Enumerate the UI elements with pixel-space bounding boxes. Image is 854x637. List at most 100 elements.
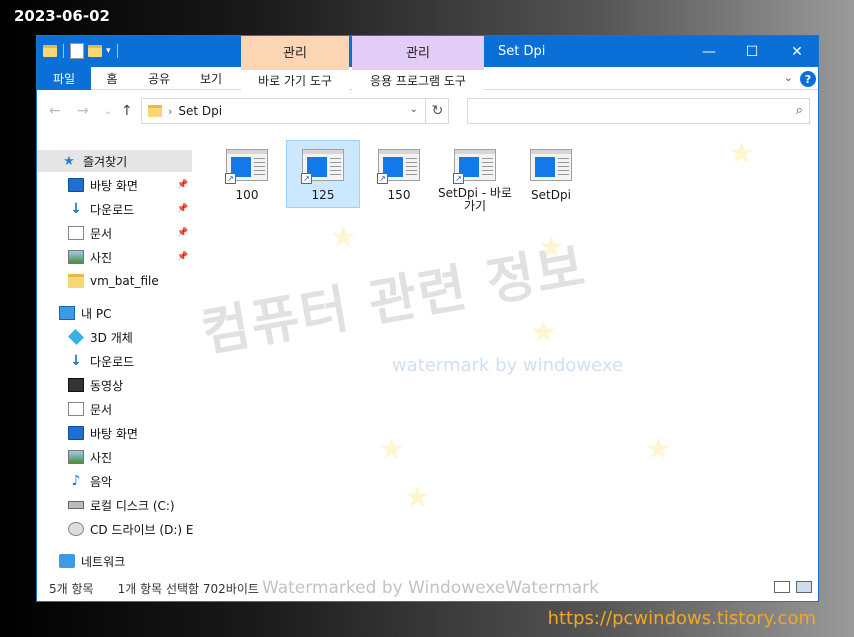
properties-icon[interactable]	[70, 43, 84, 59]
watermark-star-icon: ★	[728, 136, 755, 171]
details-view-icon[interactable]	[774, 581, 790, 593]
download-icon: ↓	[70, 201, 82, 217]
nav-this-pc[interactable]: 내 PC	[37, 302, 192, 324]
file-item-setdpi-shortcut[interactable]: ↗ SetDpi - 바로 가기	[438, 141, 512, 221]
watermark-bottom-text: Watermarked by WindowexeWatermark	[262, 578, 600, 598]
nav-label: vm_bat_file	[90, 274, 159, 288]
nav-pc-desktop[interactable]: 바탕 화면	[37, 422, 192, 444]
file-item-125[interactable]: ↗ 125	[286, 140, 360, 208]
up-arrow-icon[interactable]: ↑	[121, 103, 133, 119]
tab-shortcut-tools[interactable]: 바로 가기 도구	[241, 67, 349, 90]
nav-label: 사진	[90, 250, 113, 265]
nav-pc-documents[interactable]: 문서	[37, 398, 192, 420]
file-label: 150	[387, 188, 411, 202]
date-overlay: 2023-06-02	[14, 7, 110, 25]
nav-quick-pictures[interactable]: 사진 📌	[37, 246, 192, 268]
watermark-star-icon: ★	[404, 480, 431, 515]
pin-icon[interactable]: 📌	[177, 204, 188, 214]
nav-label: 사진	[90, 450, 113, 465]
nav-quick-downloads[interactable]: ↓ 다운로드 📌	[37, 198, 192, 220]
back-arrow-icon[interactable]: ←	[49, 103, 61, 119]
application-icon: ↗	[301, 149, 344, 184]
file-label: SetDpi - 바로 가기	[438, 186, 512, 213]
tab-file[interactable]: 파일	[37, 67, 91, 90]
document-icon	[68, 402, 84, 416]
large-icons-view-icon[interactable]	[796, 581, 812, 593]
ribbon: 파일 홈 공유 보기 바로 가기 도구 응용 프로그램 도구 ⌄ ?	[37, 67, 818, 90]
pin-icon[interactable]: 📌	[177, 252, 188, 262]
address-bar[interactable]: › Set Dpi ⌄	[141, 98, 449, 124]
nav-quick-vm-bat-file[interactable]: vm_bat_file	[37, 270, 192, 292]
nav-label: 로컬 디스크 (C:)	[90, 498, 175, 513]
file-item-100[interactable]: ↗ 100	[211, 141, 283, 207]
breadcrumb-current[interactable]: Set Dpi	[178, 104, 222, 118]
expand-ribbon-icon[interactable]: ⌄	[784, 71, 793, 84]
file-label: 100	[235, 188, 259, 202]
cd-drive-icon	[68, 522, 84, 536]
nav-pc-videos[interactable]: 동영상	[37, 374, 192, 396]
new-folder-icon[interactable]	[88, 45, 102, 57]
help-icon[interactable]: ?	[800, 71, 816, 87]
nav-label: 네트워크	[81, 554, 126, 569]
refresh-icon[interactable]: ↻	[425, 98, 449, 124]
close-button[interactable]: ✕	[774, 36, 818, 67]
watermark-star-icon: ★	[330, 220, 357, 255]
tab-share[interactable]: 공유	[141, 67, 177, 90]
ribbon-tab-strip: 파일 홈 공유 보기 바로 가기 도구 응용 프로그램 도구 ⌄ ?	[37, 67, 818, 90]
nav-pc-music[interactable]: ♪ 음악	[37, 470, 192, 492]
tab-app-tools[interactable]: 응용 프로그램 도구	[352, 67, 484, 90]
pin-icon[interactable]: 📌	[177, 180, 188, 190]
file-label: SetDpi	[531, 188, 571, 202]
search-input[interactable]: ⌕	[467, 98, 810, 124]
nav-label: 문서	[90, 402, 113, 417]
file-label: 125	[311, 188, 335, 202]
pin-icon[interactable]: 📌	[177, 228, 188, 238]
file-item-setdpi[interactable]: SetDpi	[515, 141, 587, 207]
breadcrumb-chevron-icon[interactable]: ›	[168, 105, 172, 118]
ctx-tab-app-manage[interactable]: 관리	[352, 36, 484, 67]
nav-pc-3d-objects[interactable]: 3D 개체	[37, 326, 192, 348]
quick-access-toolbar: ▾	[43, 43, 120, 59]
maximize-button[interactable]: ☐	[729, 36, 775, 67]
separator	[116, 44, 118, 58]
nav-pc-cd-drive[interactable]: CD 드라이브 (D:) E	[37, 518, 197, 540]
network-icon	[59, 554, 75, 568]
document-icon	[68, 226, 84, 240]
address-dropdown-icon[interactable]: ⌄	[410, 104, 418, 115]
file-item-150[interactable]: ↗ 150	[363, 141, 435, 207]
nav-pc-pictures[interactable]: 사진	[37, 446, 192, 468]
shortcut-arrow-icon: ↗	[301, 173, 312, 184]
nav-quick-desktop[interactable]: 바탕 화면 📌	[37, 174, 192, 196]
customize-dropdown-icon[interactable]: ▾	[106, 46, 111, 56]
search-icon[interactable]: ⌕	[796, 103, 803, 118]
forward-arrow-icon[interactable]: →	[77, 103, 89, 119]
folder-icon	[43, 45, 57, 57]
nav-label: 동영상	[90, 378, 124, 393]
ctx-tab-shortcut-manage[interactable]: 관리	[241, 36, 349, 67]
hard-drive-icon	[68, 501, 84, 509]
nav-label: 즐겨찾기	[83, 154, 128, 169]
tab-home[interactable]: 홈	[97, 67, 127, 90]
status-selection: 1개 항목 선택함 702바이트	[117, 581, 259, 596]
shortcut-arrow-icon: ↗	[453, 173, 464, 184]
tab-view[interactable]: 보기	[193, 67, 229, 90]
watermark-english-text: watermark by windowexe	[392, 355, 624, 376]
watermark-star-icon: ★	[530, 315, 557, 350]
nav-quick-access[interactable]: ★ 즐겨찾기	[37, 150, 192, 172]
nav-quick-documents[interactable]: 문서 📌	[37, 222, 192, 244]
site-url-overlay: https://pcwindows.tistory.com	[547, 608, 816, 629]
nav-pc-local-disk[interactable]: 로컬 디스크 (C:)	[37, 494, 192, 516]
nav-label: 다운로드	[90, 354, 135, 369]
nav-pc-downloads[interactable]: ↓ 다운로드	[37, 350, 192, 372]
recent-dropdown-icon[interactable]: ⌄	[104, 106, 112, 117]
nav-label: 3D 개체	[90, 330, 133, 345]
nav-network[interactable]: 네트워크	[37, 550, 192, 572]
nav-label: 다운로드	[90, 202, 135, 217]
minimize-button[interactable]: —	[686, 36, 732, 67]
star-icon: ★	[63, 153, 75, 169]
nav-label: 바탕 화면	[90, 426, 138, 441]
desktop-icon	[68, 426, 84, 440]
video-icon	[68, 378, 84, 392]
view-toggle	[774, 581, 812, 593]
application-icon: ↗	[225, 149, 268, 184]
